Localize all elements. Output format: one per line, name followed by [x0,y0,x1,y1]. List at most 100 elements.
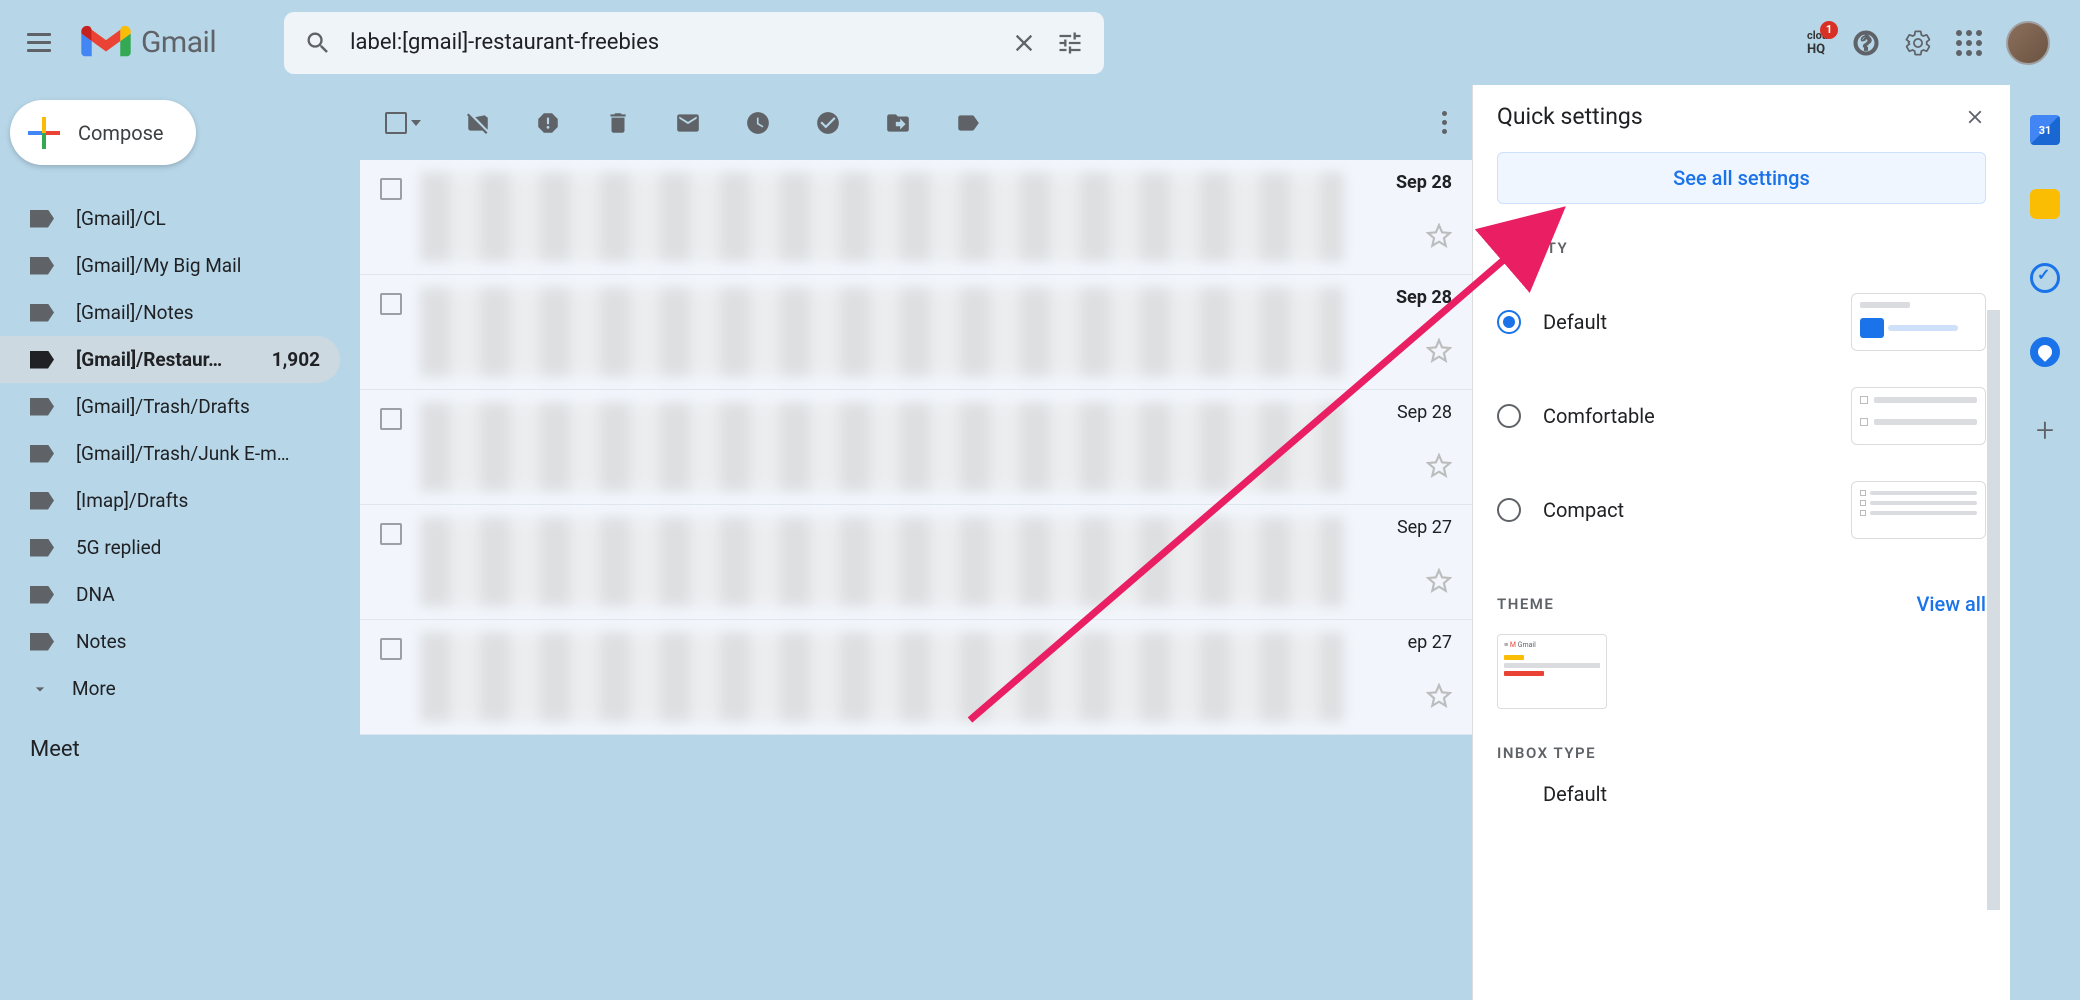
settings-gear-icon[interactable] [1904,29,1932,57]
mail-checkbox[interactable] [380,293,402,315]
quick-settings-title: Quick settings [1497,103,1643,130]
sidebar-label[interactable]: [Gmail]/My Big Mail [0,242,340,289]
mail-content-redacted [420,517,1344,607]
tasks-app-icon[interactable] [2030,263,2060,293]
mail-date: Sep 28 [1396,287,1452,308]
add-to-tasks-icon[interactable] [815,110,841,136]
star-icon[interactable] [1426,683,1452,709]
search-options-icon[interactable] [1056,29,1084,57]
sidebar-more[interactable]: More [0,665,340,712]
inbox-type-section-title: INBOX TYPE [1497,744,1986,762]
star-icon[interactable] [1426,338,1452,364]
calendar-app-icon[interactable]: 31 [2030,115,2060,145]
mark-unread-icon[interactable] [675,110,701,136]
mail-date: Sep 27 [1397,517,1452,538]
mail-checkbox[interactable] [380,638,402,660]
sidebar-label[interactable]: DNA [0,571,340,618]
search-bar[interactable] [284,12,1104,74]
labels-icon[interactable] [955,110,981,136]
mail-row[interactable]: ep 27 [360,620,1472,735]
theme-thumbnail[interactable]: ≡ M Gmail [1497,634,1607,709]
density-option[interactable]: Comfortable [1497,369,1986,463]
sidebar-label[interactable]: Notes [0,618,340,665]
main-menu-button[interactable] [15,19,63,67]
add-app-icon[interactable]: + [2036,411,2054,449]
report-spam-icon[interactable] [535,110,561,136]
mail-area: Sep 28 Sep 28 Sep 28 Sep 27 ep 27 [360,85,1472,1000]
sidebar-label[interactable]: [Gmail]/CL [0,195,340,242]
compose-button[interactable]: Compose [10,100,196,165]
label-icon [30,257,54,275]
label-count: 1,902 [272,348,320,371]
sidebar-label[interactable]: [Gmail]/Trash/Junk E-m… [0,430,340,477]
mail-list: Sep 28 Sep 28 Sep 28 Sep 27 ep 27 [360,160,1472,735]
radio-button[interactable] [1497,498,1521,522]
sidebar-label[interactable]: [Gmail]/Notes [0,289,340,336]
theme-section-title: THEME [1497,595,1554,613]
search-icon [304,29,332,57]
clear-search-icon[interactable] [1010,29,1038,57]
mail-checkbox[interactable] [380,408,402,430]
close-icon[interactable] [1964,106,1986,128]
move-to-icon[interactable] [885,110,911,136]
contacts-app-icon[interactable] [2030,337,2060,367]
header-right: clou HQ 1 [1807,21,2065,65]
sidebar-label[interactable]: [Imap]/Drafts [0,477,340,524]
mail-date: Sep 28 [1397,402,1452,423]
mail-content-redacted [420,402,1344,492]
scrollbar-track[interactable] [1987,310,2000,910]
gmail-text: Gmail [141,25,216,60]
mail-row[interactable]: Sep 28 [360,390,1472,505]
select-all-checkbox[interactable] [385,112,421,134]
mail-row[interactable]: Sep 27 [360,505,1472,620]
chevron-down-icon [411,120,421,126]
star-icon[interactable] [1426,223,1452,249]
plus-icon [28,117,60,149]
remove-label-icon[interactable] [465,110,491,136]
more-actions-icon[interactable] [1442,111,1447,134]
gmail-logo-icon [81,24,131,62]
gmail-logo-area[interactable]: Gmail [81,24,216,62]
density-preview [1851,481,1986,539]
toolbar [360,85,1472,160]
label-icon [30,492,54,510]
keep-app-icon[interactable] [2030,189,2060,219]
inbox-type-default[interactable]: Default [1497,782,1986,806]
support-icon[interactable] [1852,29,1880,57]
label-icon [30,210,54,228]
density-section-title: DENSITY [1497,239,1986,257]
cloudhq-extension-icon[interactable]: clou HQ 1 [1807,29,1828,57]
sidebar-label[interactable]: [Gmail]/Trash/Drafts [0,383,340,430]
label-icon [30,398,54,416]
mail-checkbox[interactable] [380,523,402,545]
density-option[interactable]: Compact [1497,463,1986,557]
google-apps-icon[interactable] [1956,30,1982,56]
label-icon [30,633,54,651]
see-all-settings-button[interactable]: See all settings [1497,152,1986,204]
meet-section-header: Meet [0,712,360,762]
star-icon[interactable] [1426,453,1452,479]
quick-settings-panel: Quick settings See all settings DENSITY … [1472,85,2010,1000]
mail-content-redacted [420,632,1344,722]
mail-checkbox[interactable] [380,178,402,200]
mail-row[interactable]: Sep 28 [360,160,1472,275]
search-input[interactable] [350,30,992,55]
sidebar-label[interactable]: 5G replied [0,524,340,571]
mail-content-redacted [420,172,1344,262]
account-avatar[interactable] [2006,21,2050,65]
side-panel: 31 + [2010,85,2080,1000]
snooze-icon[interactable] [745,110,771,136]
radio-button[interactable] [1497,310,1521,334]
mail-date: Sep 28 [1396,172,1452,193]
mail-row[interactable]: Sep 28 [360,275,1472,390]
star-icon[interactable] [1426,568,1452,594]
delete-icon[interactable] [605,110,631,136]
view-all-themes-link[interactable]: View all [1916,592,1986,616]
density-preview [1851,293,1986,351]
radio-button[interactable] [1497,404,1521,428]
sidebar: Compose [Gmail]/CL [Gmail]/My Big Mail [… [0,85,360,1000]
sidebar-label[interactable]: [Gmail]/Restaur… 1,902 [0,336,340,383]
density-option[interactable]: Default [1497,275,1986,369]
label-icon [30,351,54,369]
header: Gmail clou HQ 1 [0,0,2080,85]
